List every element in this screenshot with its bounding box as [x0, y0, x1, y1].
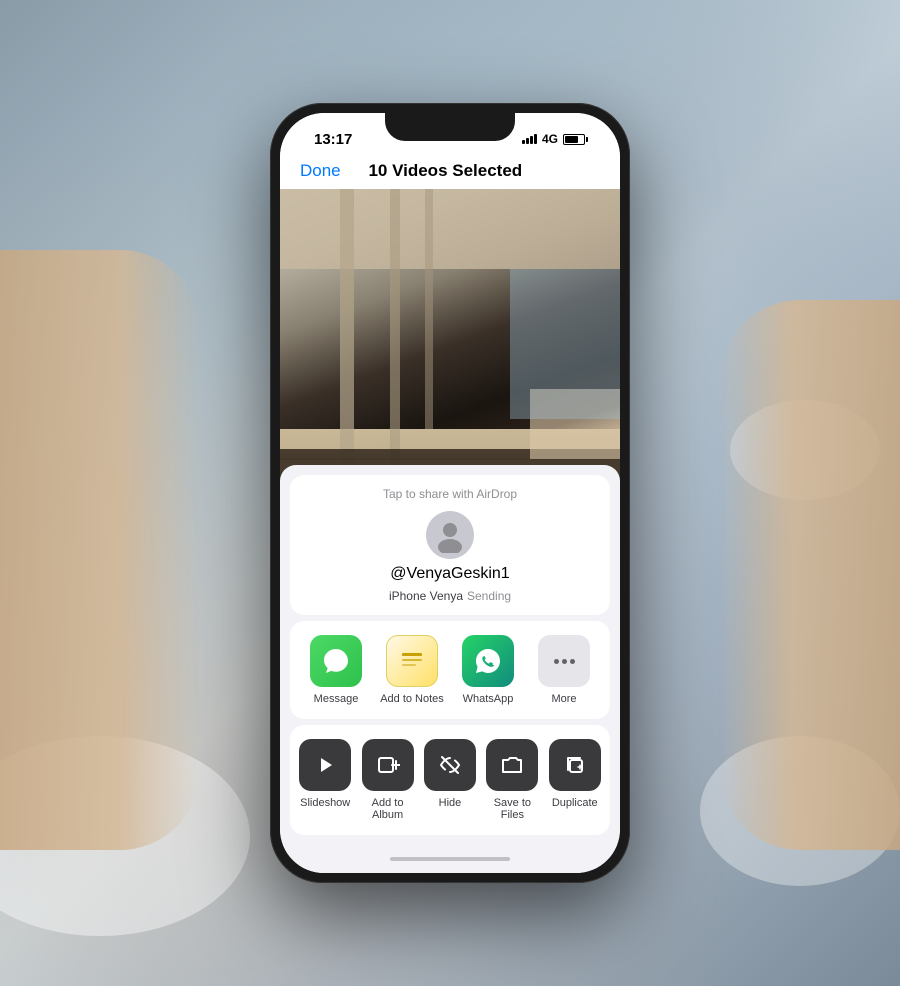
- notes-icon: [396, 645, 428, 677]
- airdrop-device-name: iPhone Venya: [389, 589, 463, 603]
- phone-wrapper: 13:17 4G: [270, 103, 630, 883]
- hide-svg: [438, 753, 462, 777]
- hand-right: [720, 300, 900, 850]
- airdrop-username: @VenyaGeskin1: [390, 565, 509, 583]
- done-button[interactable]: Done: [300, 161, 341, 181]
- slideshow-icon: [299, 739, 351, 791]
- more-dot-2: [562, 659, 567, 664]
- play-icon: [313, 753, 337, 777]
- apps-row: Message Add to Notes: [290, 621, 610, 719]
- airdrop-section[interactable]: Tap to share with AirDrop @VenyaGeskin1 …: [290, 475, 610, 615]
- app-item-whatsapp[interactable]: WhatsApp: [454, 635, 522, 705]
- more-dot-3: [570, 659, 575, 664]
- signal-bar-2: [526, 138, 529, 144]
- battery-tip: [586, 137, 588, 142]
- signal-icon: [522, 134, 537, 144]
- app-item-notes[interactable]: Add to Notes: [378, 635, 446, 705]
- action-label-add-album: Add to Album: [357, 797, 419, 821]
- signal-bar-3: [530, 136, 533, 144]
- app-label-notes: Add to Notes: [380, 693, 444, 705]
- airdrop-label: Tap to share with AirDrop: [383, 487, 517, 501]
- app-label-message: Message: [314, 693, 359, 705]
- signal-bar-1: [522, 140, 525, 144]
- notes-app-icon: [386, 635, 438, 687]
- home-indicator: [280, 845, 620, 873]
- save-files-svg: [500, 753, 524, 777]
- action-label-hide: Hide: [439, 797, 462, 809]
- signal-bar-4: [534, 134, 537, 144]
- status-time: 13:17: [304, 131, 352, 148]
- action-duplicate[interactable]: Duplicate: [544, 739, 606, 809]
- person-icon: [432, 517, 468, 553]
- battery-fill: [565, 136, 578, 143]
- action-hide[interactable]: Hide: [419, 739, 481, 809]
- airdrop-status: Sending: [467, 589, 511, 603]
- more-dot-1: [554, 659, 559, 664]
- message-icon: [320, 645, 352, 677]
- app-label-whatsapp: WhatsApp: [463, 693, 514, 705]
- action-add-album[interactable]: Add to Album: [357, 739, 419, 821]
- action-save-files[interactable]: Save to Files: [481, 739, 543, 821]
- phone-notch: [385, 113, 515, 141]
- actions-row: Slideshow Add to Album: [290, 725, 610, 835]
- message-app-icon: [310, 635, 362, 687]
- hide-icon: [424, 739, 476, 791]
- status-icons: 4G: [522, 132, 596, 146]
- airdrop-avatar: [426, 511, 474, 559]
- battery-body: [563, 134, 585, 145]
- action-label-save-files: Save to Files: [481, 797, 543, 821]
- app-item-message[interactable]: Message: [302, 635, 370, 705]
- duplicate-icon: [549, 739, 601, 791]
- action-slideshow[interactable]: Slideshow: [294, 739, 356, 809]
- whatsapp-app-icon: [462, 635, 514, 687]
- add-album-icon: [362, 739, 414, 791]
- app-label-more: More: [551, 693, 576, 705]
- action-label-slideshow: Slideshow: [300, 797, 350, 809]
- hand-left: [0, 250, 200, 850]
- action-label-duplicate: Duplicate: [552, 797, 598, 809]
- phone-screen: 13:17 4G: [280, 113, 620, 873]
- phone-outer: 13:17 4G: [270, 103, 630, 883]
- more-app-icon: [538, 635, 590, 687]
- whatsapp-icon: [472, 645, 504, 677]
- home-bar: [390, 857, 510, 861]
- add-album-svg: [376, 753, 400, 777]
- save-files-icon: [486, 739, 538, 791]
- nav-title: 10 Videos Selected: [368, 161, 522, 181]
- airdrop-device[interactable]: @VenyaGeskin1 iPhone Venya Sending: [389, 511, 511, 603]
- battery-icon: [563, 134, 588, 145]
- network-label: 4G: [542, 132, 558, 146]
- navigation-bar: Done 10 Videos Selected: [280, 157, 620, 189]
- share-sheet: Tap to share with AirDrop @VenyaGeskin1 …: [280, 465, 620, 873]
- app-item-more[interactable]: More: [530, 635, 598, 705]
- duplicate-svg: [563, 753, 587, 777]
